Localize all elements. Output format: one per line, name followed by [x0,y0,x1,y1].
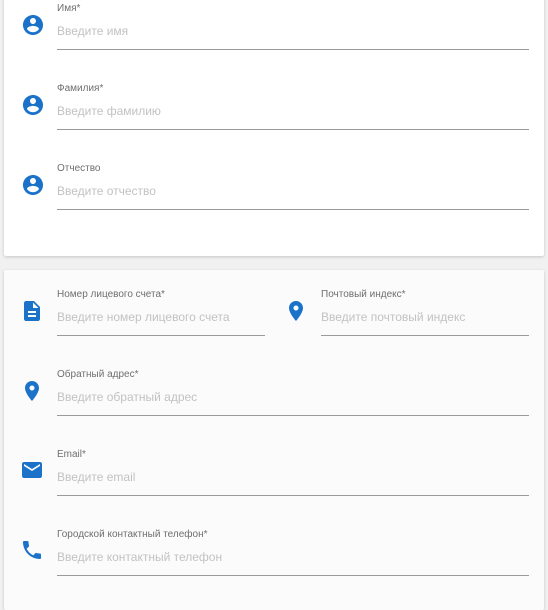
postal-code-label: Почтовый индекс* [321,289,406,300]
first-name-input[interactable] [57,103,527,119]
return-address-underline [57,415,529,416]
return-address-input[interactable] [57,389,527,405]
location-pin-icon [284,299,308,323]
first-name-underline [57,129,529,130]
document-icon [20,299,44,323]
account-circle-icon [21,173,45,197]
phone-underline [57,575,529,576]
patronymic-underline [57,209,529,210]
patronymic-label: Отчество [57,163,101,174]
last-name-input[interactable] [57,23,527,39]
account-circle-icon [21,13,45,37]
account-number-label: Номер лицевого счета* [57,289,165,300]
email-underline [57,495,529,496]
personal-info-card: Имя* Фамилия* Отчество [4,0,544,256]
last-name-underline [57,49,529,50]
email-icon [20,458,44,482]
email-input[interactable] [57,469,527,485]
phone-label: Городской контактный телефон* [57,529,208,540]
location-pin-icon [20,379,44,403]
phone-input[interactable] [57,549,527,565]
first-name-label: Фамилия* [57,83,104,94]
postal-code-input[interactable] [321,309,527,325]
phone-icon [20,538,44,562]
contact-info-card: Номер лицевого счета* Почтовый индекс* О… [4,270,544,610]
account-number-input[interactable] [57,309,263,325]
postal-code-underline [321,335,529,336]
account-number-underline [57,335,265,336]
return-address-label: Обратный адрес* [57,369,139,380]
patronymic-input[interactable] [57,183,527,199]
email-label: Email* [57,449,86,460]
account-circle-icon [21,93,45,117]
last-name-label: Имя* [57,3,81,14]
